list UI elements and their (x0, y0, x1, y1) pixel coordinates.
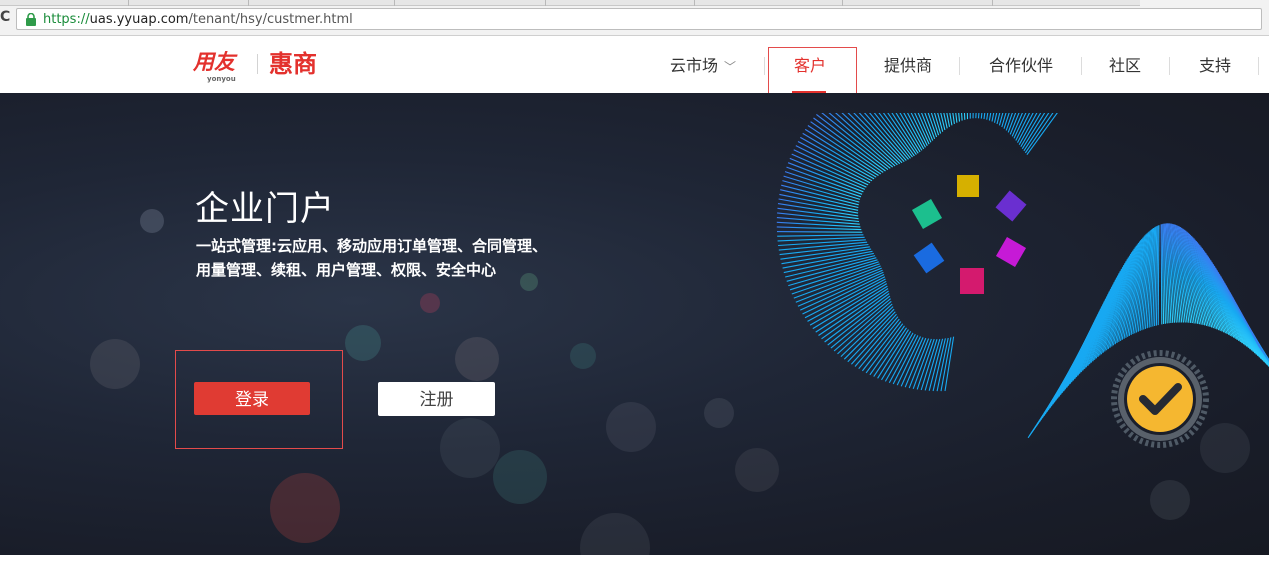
browser-tab-strip (0, 0, 1140, 6)
brand-logo-text[interactable]: 惠商 (269, 50, 317, 78)
lock-icon (26, 13, 36, 26)
page-bottom-strip (0, 555, 1269, 576)
check-badge-icon (1111, 350, 1209, 448)
bokeh-circle (420, 293, 440, 313)
login-highlight-annotation (175, 350, 343, 449)
reload-icon[interactable]: C (0, 9, 14, 25)
url-path: /tenant/hsy/custmer.html (188, 12, 353, 27)
url-scheme: https:// (43, 12, 90, 27)
site-header: 用友 yonyou 惠商 云市场 ﹀ 客户 提供商 合作伙伴 社区 支持 (0, 37, 1269, 93)
square-blue (913, 242, 945, 274)
square-purple (995, 190, 1027, 222)
nav-separator (1258, 57, 1259, 75)
bokeh-circle (345, 325, 381, 361)
url-text: https://uas.yyuap.com/tenant/hsy/custmer… (43, 11, 353, 28)
bokeh-circle (606, 402, 656, 452)
nav-cloud-market[interactable]: 云市场 ﹀ (670, 56, 736, 77)
logo-cn-text: 用友 (193, 50, 235, 74)
hero-description-line: 一站式管理:云应用、移动应用订单管理、合同管理、 (196, 237, 548, 255)
yonyou-logo[interactable]: 用友 yonyou (193, 50, 243, 84)
spiral-illustration (776, 113, 1269, 439)
bokeh-circle (704, 398, 734, 428)
nav-partner[interactable]: 合作伙伴 (989, 56, 1053, 76)
bokeh-circle (570, 343, 596, 369)
bokeh-circle (580, 513, 650, 555)
nav-provider[interactable]: 提供商 (884, 56, 932, 76)
nav-cloud-market-label: 云市场 (670, 56, 719, 75)
square-yellow (957, 175, 979, 197)
bokeh-circle (270, 473, 340, 543)
square-magenta (995, 236, 1027, 268)
nav-separator (959, 57, 960, 75)
register-button[interactable]: 注册 (378, 382, 495, 416)
hero-description-line: 用量管理、续租、用户管理、权限、安全中心 (196, 261, 497, 279)
bokeh-circle (455, 337, 499, 381)
nav-highlight-annotation (768, 47, 857, 96)
square-crimson (960, 268, 984, 294)
logo-divider (257, 54, 258, 74)
hero-description: 一站式管理:云应用、移动应用订单管理、合同管理、 用量管理、续租、用户管理、权限… (196, 234, 616, 282)
bokeh-circle (493, 450, 547, 504)
hero-title: 企业门户 (195, 189, 335, 229)
square-green (911, 198, 943, 230)
url-host: uas.yyuap.com (89, 12, 189, 27)
bokeh-circle (440, 418, 500, 478)
nav-separator (764, 57, 765, 75)
browser-address-bar: C https://uas.yyuap.com/tenant/hsy/custm… (0, 0, 1269, 36)
logo-en-text: yonyou (207, 75, 236, 83)
url-field[interactable]: https://uas.yyuap.com/tenant/hsy/custmer… (16, 8, 1262, 30)
bokeh-circle (90, 339, 140, 389)
nav-separator (1169, 57, 1170, 75)
hero-banner: 企业门户 一站式管理:云应用、移动应用订单管理、合同管理、 用量管理、续租、用户… (0, 93, 1269, 555)
nav-separator (1081, 57, 1082, 75)
bokeh-circle (140, 209, 164, 233)
nav-support[interactable]: 支持 (1199, 56, 1231, 76)
nav-community[interactable]: 社区 (1109, 56, 1141, 76)
chevron-down-icon: ﹀ (724, 60, 737, 74)
